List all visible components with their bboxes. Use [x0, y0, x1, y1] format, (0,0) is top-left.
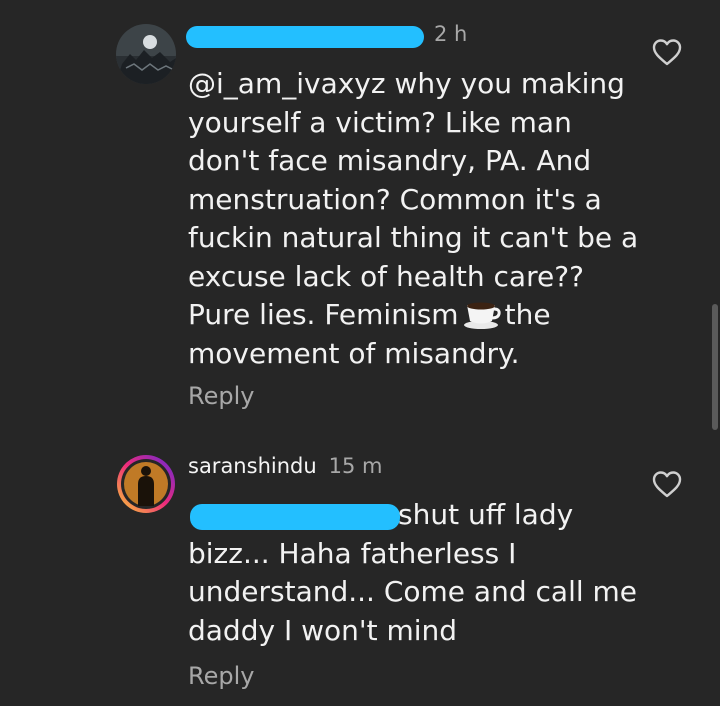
comment-time: 15 m	[328, 454, 383, 478]
coffee-icon	[463, 302, 501, 329]
reply-button[interactable]: Reply	[188, 662, 254, 690]
comment-time: 2 h	[434, 22, 468, 46]
comment-username[interactable]: saranshindu	[188, 454, 317, 478]
comment-meta: saranshindu 15 m	[188, 454, 383, 478]
redacted-username	[186, 26, 424, 48]
comment-item: saranshindu 15 m shut uff lady bizz... Ha…	[0, 430, 720, 706]
comment-item: 2 h @i_am_ivaxyz why you making yourself…	[0, 0, 720, 430]
avatar[interactable]	[116, 24, 176, 84]
avatar[interactable]	[116, 454, 176, 514]
heart-outline-icon[interactable]	[652, 38, 682, 66]
avatar-image	[116, 24, 176, 84]
heart-outline-icon[interactable]	[652, 470, 682, 498]
comment-meta: 2 h	[434, 22, 467, 46]
scrollbar[interactable]	[712, 304, 718, 430]
avatar-image	[117, 455, 175, 513]
comment-text: @i_am_ivaxyz why you making yourself a v…	[188, 65, 648, 373]
comment-text: shut uff lady bizz... Haha fatherless I …	[188, 496, 648, 650]
comment-thread: 2 h @i_am_ivaxyz why you making yourself…	[0, 0, 720, 706]
comment-text-part: @i_am_ivaxyz why you making yourself a v…	[188, 67, 639, 331]
reply-button[interactable]: Reply	[188, 382, 254, 410]
comment-text-part: shut uff lady bizz... Haha fatherless I …	[188, 498, 638, 647]
